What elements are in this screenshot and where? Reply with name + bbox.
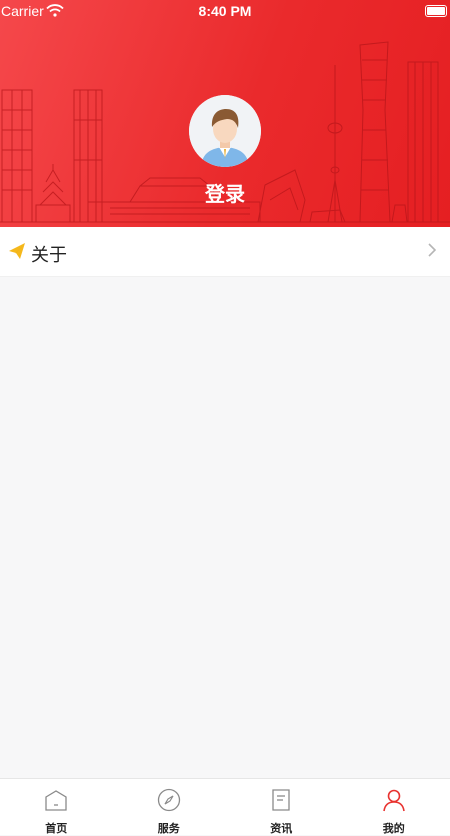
- tab-news[interactable]: 资讯: [225, 779, 338, 835]
- menu-item-about[interactable]: 关于: [0, 227, 450, 277]
- status-bar: Carrier 8:40 PM: [0, 0, 450, 24]
- profile-header: Carrier 8:40 PM 登录: [0, 0, 450, 227]
- chevron-right-icon: [428, 243, 436, 257]
- document-icon: [269, 788, 293, 812]
- tab-service[interactable]: 服务: [113, 779, 226, 835]
- tab-home[interactable]: 首页: [0, 779, 113, 835]
- login-button[interactable]: 登录: [0, 178, 450, 207]
- paper-plane-icon: [8, 242, 26, 260]
- compass-icon: [157, 788, 181, 812]
- tab-mine[interactable]: 我的: [338, 779, 450, 835]
- tab-label: 首页: [0, 820, 113, 836]
- tab-label: 资讯: [225, 820, 338, 836]
- bottom-tab-bar: 首页 服务 资讯 我的: [0, 778, 450, 835]
- battery-icon: [425, 5, 447, 17]
- tab-label: 服务: [113, 820, 226, 836]
- user-avatar[interactable]: [189, 95, 261, 167]
- person-icon: [382, 788, 406, 812]
- clock-time: 8:40 PM: [0, 3, 450, 19]
- home-icon: [44, 788, 68, 812]
- tab-label: 我的: [338, 820, 450, 836]
- menu-item-label: 关于: [31, 241, 67, 267]
- user-avatar-icon: [189, 95, 261, 167]
